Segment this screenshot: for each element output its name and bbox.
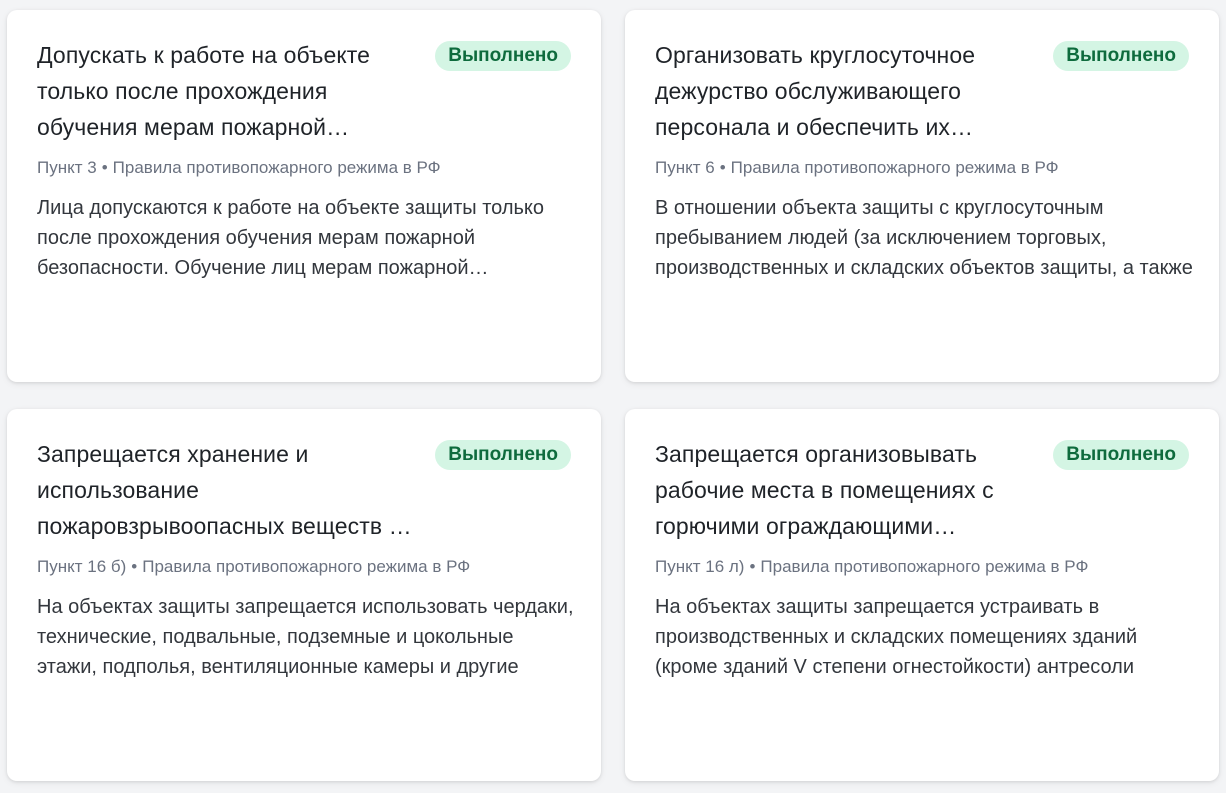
meta-separator: •: [131, 557, 138, 576]
card-point: Пункт 6: [655, 158, 715, 177]
card-point: Пункт 16 б): [37, 557, 127, 576]
card-description: В отношении объекта защиты с круглосуточ…: [655, 197, 1193, 279]
card-source: Правила противопожарного режима в РФ: [112, 158, 441, 177]
card-source: Правила противопожарного режима в РФ: [730, 158, 1059, 177]
card-meta: Пункт 6 • Правила противопожарного режима …: [655, 157, 1195, 179]
card-meta: Пункт 16 л) • Правила противопожарного реж…: [655, 556, 1195, 578]
requirement-card[interactable]: Запрещается хранение и использование пож…: [7, 409, 601, 781]
card-source: Правила противопожарного режима в РФ: [760, 557, 1089, 576]
card-title: Запрещается хранение и использование пож…: [37, 441, 402, 539]
meta-separator: •: [719, 158, 726, 177]
card-title: Организовать круглосуточное дежурство об…: [655, 42, 976, 140]
requirement-card[interactable]: Организовать круглосуточное дежурство об…: [625, 10, 1219, 382]
requirement-card[interactable]: Допускать к работе на объекте только пос…: [7, 10, 601, 382]
card-meta: Пункт 16 б) • Правила противопожарного реж…: [37, 556, 577, 578]
meta-separator: •: [749, 557, 756, 576]
card-description: Лица допускаются к работе на объекте защ…: [37, 197, 545, 279]
requirements-grid: Допускать к работе на объекте только пос…: [0, 0, 1226, 793]
card-point: Пункт 3: [37, 158, 97, 177]
meta-separator: •: [101, 158, 108, 177]
card-title: Допускать к работе на объекте только пос…: [37, 42, 371, 140]
card-description: На объектах защиты запрещается использов…: [37, 596, 574, 678]
status-badge: Выполнено: [435, 440, 571, 470]
card-meta: Пункт 3 • Правила противопожарного режима …: [37, 157, 577, 179]
requirement-card[interactable]: Запрещается организовывать рабочие места…: [625, 409, 1219, 781]
card-title: Запрещается организовывать рабочие места…: [655, 441, 994, 539]
card-description: На объектах защиты запрещается устраиват…: [655, 596, 1138, 678]
status-badge: Выполнено: [1053, 440, 1189, 470]
card-point: Пункт 16 л): [655, 557, 745, 576]
status-badge: Выполнено: [1053, 41, 1189, 71]
status-badge: Выполнено: [435, 41, 571, 71]
card-source: Правила противопожарного режима в РФ: [142, 557, 471, 576]
